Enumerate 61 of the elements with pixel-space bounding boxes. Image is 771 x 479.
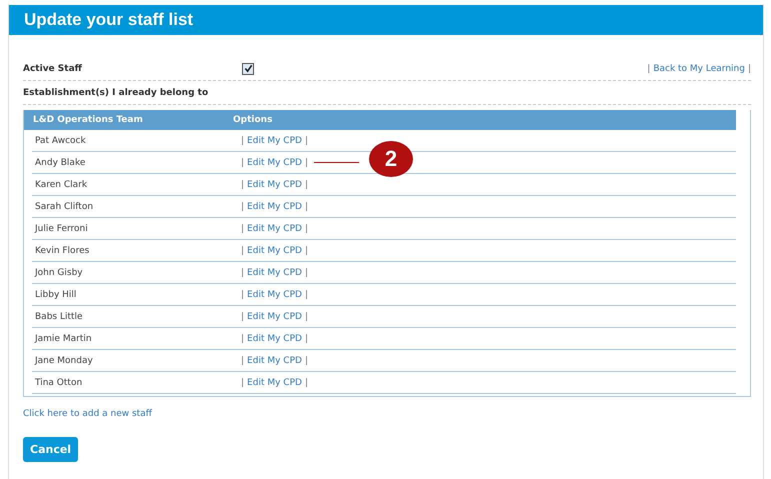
separator: | (241, 334, 244, 344)
separator: | (304, 136, 308, 146)
staff-name: Sarah Clifton (34, 202, 94, 212)
separator: | (647, 64, 650, 74)
staff-name: Andy Blake (34, 158, 86, 168)
separator: | (241, 202, 244, 212)
edit-cpd-link[interactable]: Edit My CPD (247, 136, 302, 146)
separator: | (304, 356, 308, 366)
callout-badge: 2 (369, 140, 413, 176)
staff-name: Julie Ferroni (34, 224, 89, 234)
separator: | (241, 180, 244, 190)
active-staff-label: Active Staff (23, 64, 83, 74)
active-staff-checkbox[interactable] (242, 62, 254, 74)
separator: | (304, 312, 308, 322)
separator: | (241, 246, 244, 256)
separator: | (241, 268, 244, 278)
add-staff-link[interactable]: Click here to add a new staff (23, 409, 751, 419)
leader-line (314, 162, 359, 164)
establishments-label: Establishment(s) I already belong to (23, 88, 208, 98)
separator: | (241, 158, 244, 168)
column-header: L&D Operations Team (32, 115, 144, 125)
edit-cpd-link[interactable]: Edit My CPD (247, 334, 302, 344)
staff-name: Babs Little (34, 312, 84, 322)
separator: | (241, 224, 244, 234)
staff-name: Kevin Flores (34, 246, 90, 256)
separator: | (304, 290, 308, 300)
separator: | (241, 136, 244, 146)
separator: | (304, 334, 308, 344)
edit-cpd-link[interactable]: Edit My CPD (247, 246, 302, 256)
staff-name: Jane Monday (34, 356, 94, 366)
edit-cpd-link[interactable]: Edit My CPD (247, 180, 302, 190)
edit-cpd-link[interactable]: Edit My CPD (247, 224, 302, 234)
back-link[interactable]: Back to My Learning (653, 64, 745, 74)
separator: | (304, 246, 308, 256)
separator: | (241, 356, 244, 366)
separator: | (304, 180, 308, 190)
edit-cpd-link[interactable]: Edit My CPD (247, 356, 302, 366)
separator: | (241, 378, 244, 388)
edit-cpd-link[interactable]: Edit My CPD (247, 268, 302, 278)
separator: | (304, 268, 308, 278)
separator: | (304, 202, 308, 212)
window-title: Update your staff list (24, 10, 194, 30)
edit-cpd-link[interactable]: Edit My CPD (247, 378, 302, 388)
separator: | (241, 290, 244, 300)
edit-cpd-link[interactable]: Edit My CPD (247, 312, 302, 322)
separator: | (304, 378, 308, 388)
edit-cpd-link[interactable]: Edit My CPD (247, 202, 302, 212)
edit-cpd-link[interactable]: Edit My CPD (247, 158, 302, 168)
separator: | (241, 312, 244, 322)
staff-name: John Gisby (34, 268, 84, 278)
staff-name: Libby Hill (34, 290, 78, 300)
staff-name: Jamie Martin (34, 334, 93, 344)
column-header: Options (233, 115, 272, 125)
separator: | (304, 158, 308, 168)
staff-name: Karen Clark (34, 180, 88, 190)
separator: | (304, 224, 308, 234)
staff-name: Pat Awcock (34, 136, 87, 146)
edit-cpd-link[interactable]: Edit My CPD (247, 290, 302, 300)
cancel-button[interactable]: Cancel (23, 437, 78, 462)
staff-name: Tina Otton (34, 378, 84, 388)
separator: | (748, 64, 751, 74)
